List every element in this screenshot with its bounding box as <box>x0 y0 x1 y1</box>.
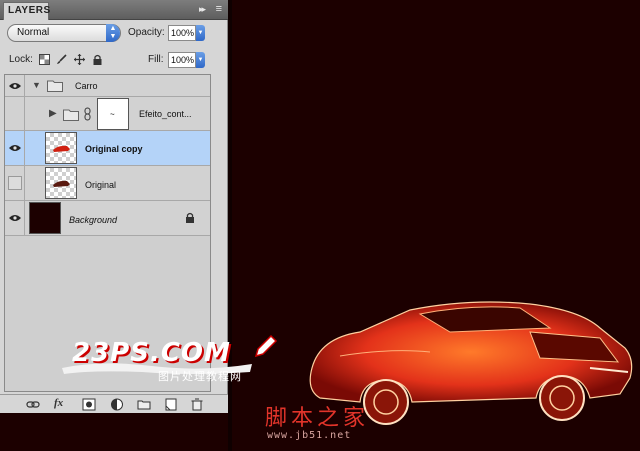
fill-dropdown-icon[interactable]: ▼ <box>196 52 205 68</box>
lock-transparent-icon[interactable] <box>39 54 50 65</box>
lock-all-icon[interactable] <box>92 54 103 65</box>
new-group-icon[interactable] <box>137 398 151 411</box>
layer-row-original-copy[interactable]: Original copy <box>5 131 210 166</box>
layer-row-background[interactable]: Background <box>5 201 210 236</box>
car-thumbnail-icon <box>53 180 70 187</box>
watermark-site-title: 脚本之家 <box>265 406 370 431</box>
mask-thumbnail[interactable]: ~ <box>97 98 129 130</box>
lock-icon <box>186 212 194 223</box>
layer-name: Original copy <box>85 144 143 154</box>
fill-input[interactable]: 100% <box>168 52 196 68</box>
folder-icon <box>63 109 79 121</box>
blend-mode-select[interactable]: Normal ▲ ▼ <box>7 24 121 42</box>
background-thumbnail[interactable] <box>29 202 61 234</box>
layer-row-carro[interactable]: ▼ Carro <box>5 75 210 97</box>
hidden-visibility-box[interactable] <box>8 176 22 190</box>
lock-label: Lock: <box>9 54 33 65</box>
pencil-icon <box>254 334 278 358</box>
layer-name: Efeito_cont... <box>139 109 192 119</box>
watermark-subtitle: 图片处理教程网 <box>158 371 242 383</box>
collapse-panel-icon[interactable]: ▸▸ <box>199 4 206 15</box>
link-layers-icon[interactable] <box>26 398 40 411</box>
group-expanded-icon[interactable]: ▼ <box>32 80 41 90</box>
blend-row: Normal ▲ ▼ Opacity: 100% ▼ <box>0 22 228 46</box>
panel-tab-bar: LAYERS ▸▸ ≡ <box>0 0 228 20</box>
lock-move-icon[interactable] <box>74 54 85 65</box>
mask-mark: ~ <box>110 110 115 119</box>
layer-name: Carro <box>75 81 98 91</box>
fill-label: Fill: <box>148 54 164 65</box>
adjustment-layer-icon[interactable] <box>110 398 124 411</box>
eye-icon[interactable] <box>9 214 21 222</box>
eye-icon[interactable] <box>9 82 21 90</box>
watermark-site-url: www.jb51.net <box>267 430 352 441</box>
layer-thumbnail[interactable] <box>45 132 77 164</box>
panel-menu-icon[interactable]: ≡ <box>216 3 222 15</box>
fx-icon[interactable]: fx <box>54 397 63 409</box>
folder-icon <box>47 80 63 92</box>
visibility-cell[interactable] <box>5 201 25 235</box>
visibility-cell[interactable] <box>5 131 25 165</box>
lock-brush-icon[interactable] <box>56 54 67 65</box>
visibility-cell[interactable] <box>5 97 25 130</box>
layer-thumbnail[interactable] <box>45 167 77 199</box>
select-arrows-icon: ▲ ▼ <box>106 24 120 42</box>
layer-row-efeito[interactable]: ▶ ~ Efeito_cont... <box>5 97 210 131</box>
opacity-input[interactable]: 100% <box>168 25 196 41</box>
watermark-logo-text: 23PS.COM <box>72 338 231 368</box>
eye-icon[interactable] <box>9 144 21 152</box>
trash-icon[interactable] <box>190 398 204 411</box>
layer-name: Original <box>85 180 117 190</box>
car-thumbnail-icon <box>53 145 70 152</box>
add-mask-icon[interactable] <box>82 398 96 411</box>
layers-tab[interactable]: LAYERS <box>3 2 50 20</box>
watermark-23ps: 23PS.COM 图片处理教程网 <box>62 330 282 390</box>
layer-row-original[interactable]: Original <box>5 166 210 201</box>
chain-link-icon[interactable] <box>84 107 91 121</box>
panel-footer: fx <box>0 394 228 413</box>
opacity-dropdown-icon[interactable]: ▼ <box>196 25 205 41</box>
visibility-cell[interactable] <box>5 166 25 200</box>
visibility-cell[interactable] <box>5 75 25 96</box>
opacity-label: Opacity: <box>128 27 165 38</box>
lock-row: Lock: Fill: 100% ▼ <box>0 48 228 72</box>
group-collapsed-icon[interactable]: ▶ <box>49 108 57 119</box>
watermark-jb51: 脚本之家 www.jb51.net <box>265 400 405 446</box>
blend-mode-value: Normal <box>17 27 50 38</box>
new-layer-icon[interactable] <box>164 398 178 411</box>
layer-name: Background <box>69 215 118 225</box>
